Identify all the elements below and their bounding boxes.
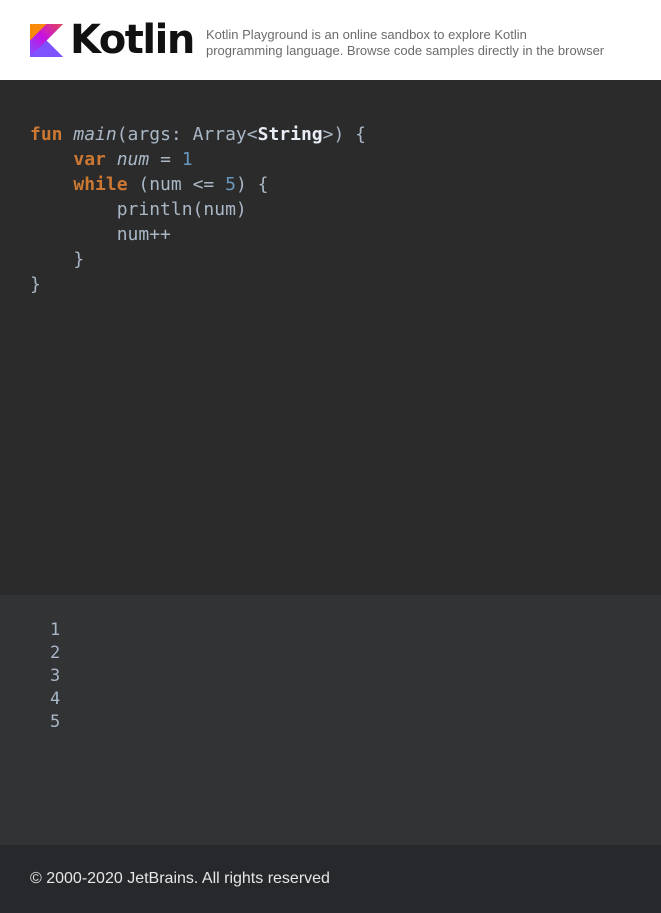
- code-line: }: [30, 272, 366, 297]
- output-lines: 1 2 3 4 5: [50, 619, 60, 734]
- code-token: (args: Array<: [116, 124, 258, 145]
- code-line: num++: [30, 222, 366, 247]
- output-line: 2: [50, 643, 61, 663]
- code-token: main: [73, 124, 117, 145]
- code-line: println(num): [30, 197, 366, 222]
- code-token: num++: [30, 224, 171, 245]
- output-line: 4: [50, 689, 61, 709]
- code-token: 5: [225, 174, 236, 195]
- output-line: 1: [50, 620, 61, 640]
- header-description-line: programming language. Browse code sample…: [206, 43, 605, 58]
- code-token: }: [30, 249, 85, 270]
- code-editor[interactable]: fun main(args: Array<String>) { var num …: [0, 80, 661, 595]
- header-description: Kotlin Playground is an online sandbox t…: [206, 27, 661, 59]
- header-description-line: Kotlin Playground is an online sandbox t…: [206, 27, 527, 42]
- code-token: 1: [181, 149, 193, 170]
- code-line: while (num <= 5) {: [30, 172, 366, 197]
- code-line: fun main(args: Array<String>) {: [30, 122, 366, 147]
- code-token: var: [73, 149, 106, 170]
- header: Kotlin Kotlin Playground is an online sa…: [0, 0, 661, 80]
- code-line: }: [30, 247, 366, 272]
- kotlin-logo-icon[interactable]: [30, 24, 63, 57]
- code-token: (num <=: [127, 174, 226, 195]
- code-token: String: [257, 124, 323, 145]
- code-token: while: [73, 174, 128, 195]
- kotlin-playground-page: Kotlin Kotlin Playground is an online sa…: [0, 0, 661, 913]
- code-token: println(num): [30, 199, 247, 220]
- code-area[interactable]: fun main(args: Array<String>) { var num …: [30, 122, 366, 297]
- code-line: var num = 1: [30, 147, 366, 172]
- output-panel: 1 2 3 4 5: [0, 595, 661, 845]
- code-token: }: [30, 274, 41, 295]
- code-token: fun: [30, 124, 63, 145]
- output-line: 5: [50, 712, 61, 732]
- code-token: ) {: [235, 174, 269, 195]
- code-token: >) {: [322, 124, 366, 145]
- output-line: 3: [50, 666, 61, 686]
- code-token: num: [116, 149, 150, 170]
- kotlin-wordmark[interactable]: Kotlin: [70, 15, 195, 65]
- copyright-text: © 2000-2020 JetBrains. All rights reserv…: [30, 870, 330, 887]
- footer: © 2000-2020 JetBrains. All rights reserv…: [0, 845, 661, 913]
- code-token: =: [149, 149, 182, 170]
